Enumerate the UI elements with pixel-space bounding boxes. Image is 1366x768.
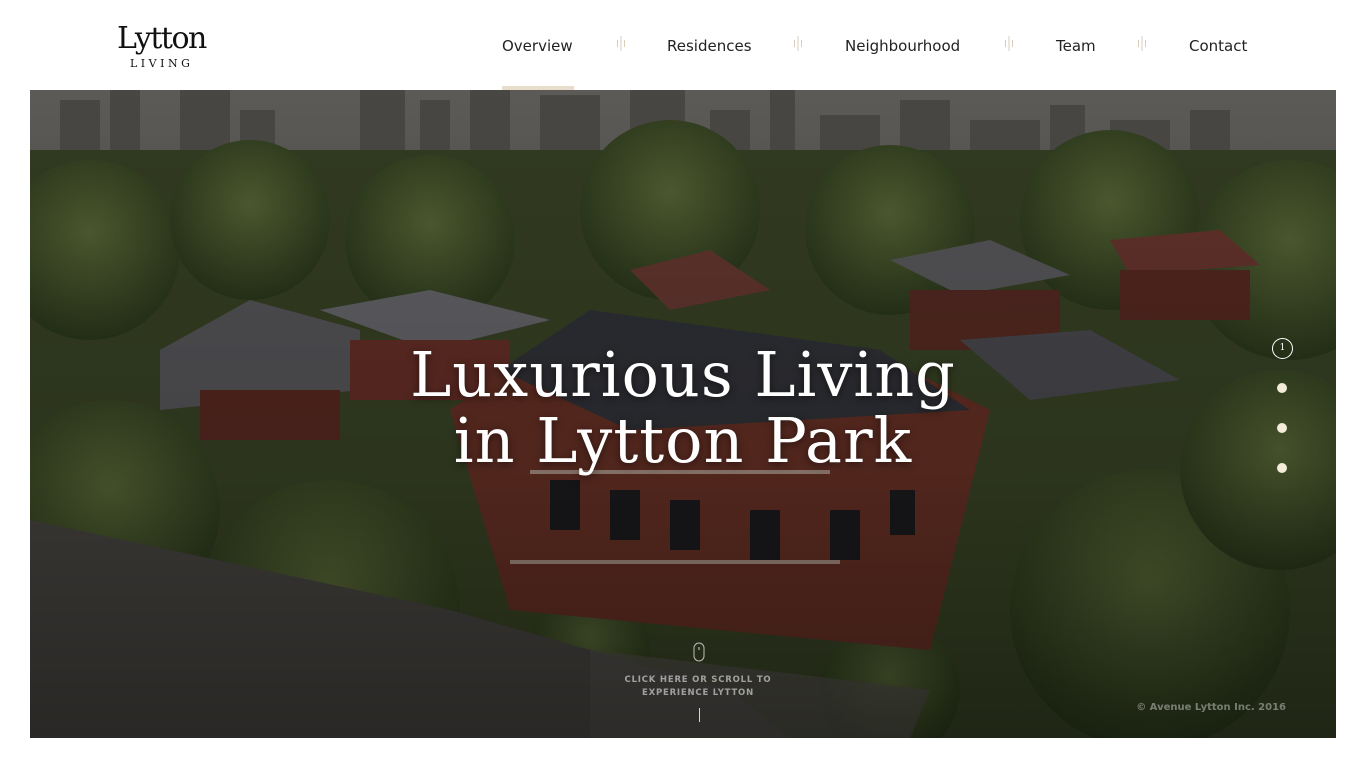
tuning-fork-divider-icon	[617, 36, 625, 51]
slide-pager: 1	[1272, 338, 1294, 478]
site-header: Lytton LIVING Overview Residences Neighb…	[0, 0, 1366, 90]
nav-item-contact[interactable]: Contact	[1189, 37, 1247, 55]
copyright-text: © Avenue Lytton Inc. 2016	[1136, 702, 1286, 713]
nav-item-neighbourhood[interactable]: Neighbourhood	[845, 37, 960, 55]
scroll-cue-line	[699, 708, 700, 722]
pager-dot[interactable]	[1277, 463, 1287, 473]
nav-item-residences[interactable]: Residences	[667, 37, 752, 55]
mouse-icon	[693, 642, 705, 662]
hero-section: Luxurious Living in Lytton Park 1 CLICK …	[30, 90, 1336, 738]
logo[interactable]: Lytton LIVING	[117, 22, 207, 72]
nav-item-team[interactable]: Team	[1056, 37, 1096, 55]
tuning-fork-divider-icon	[1138, 36, 1146, 51]
logo-tagline: LIVING	[130, 57, 194, 70]
logo-wordmark: Lytton	[117, 21, 207, 56]
tuning-fork-divider-icon	[794, 36, 802, 51]
tuning-fork-divider-icon	[1005, 36, 1013, 51]
hero-headline-line-1: Luxurious Living	[410, 338, 956, 411]
pager-dot[interactable]	[1277, 423, 1287, 433]
nav-item-overview[interactable]: Overview	[502, 37, 573, 55]
scroll-cue-text: CLICK HERE OR SCROLL TO EXPERIENCE LYTTO…	[624, 675, 772, 698]
pager-dot[interactable]	[1277, 383, 1287, 393]
hero-headline: Luxurious Living in Lytton Park	[30, 342, 1336, 474]
scroll-cue-button[interactable]: CLICK HERE OR SCROLL TO EXPERIENCE LYTTO…	[610, 642, 790, 727]
hero-headline-line-2: in Lytton Park	[453, 404, 913, 477]
pager-current[interactable]: 1	[1272, 338, 1293, 359]
